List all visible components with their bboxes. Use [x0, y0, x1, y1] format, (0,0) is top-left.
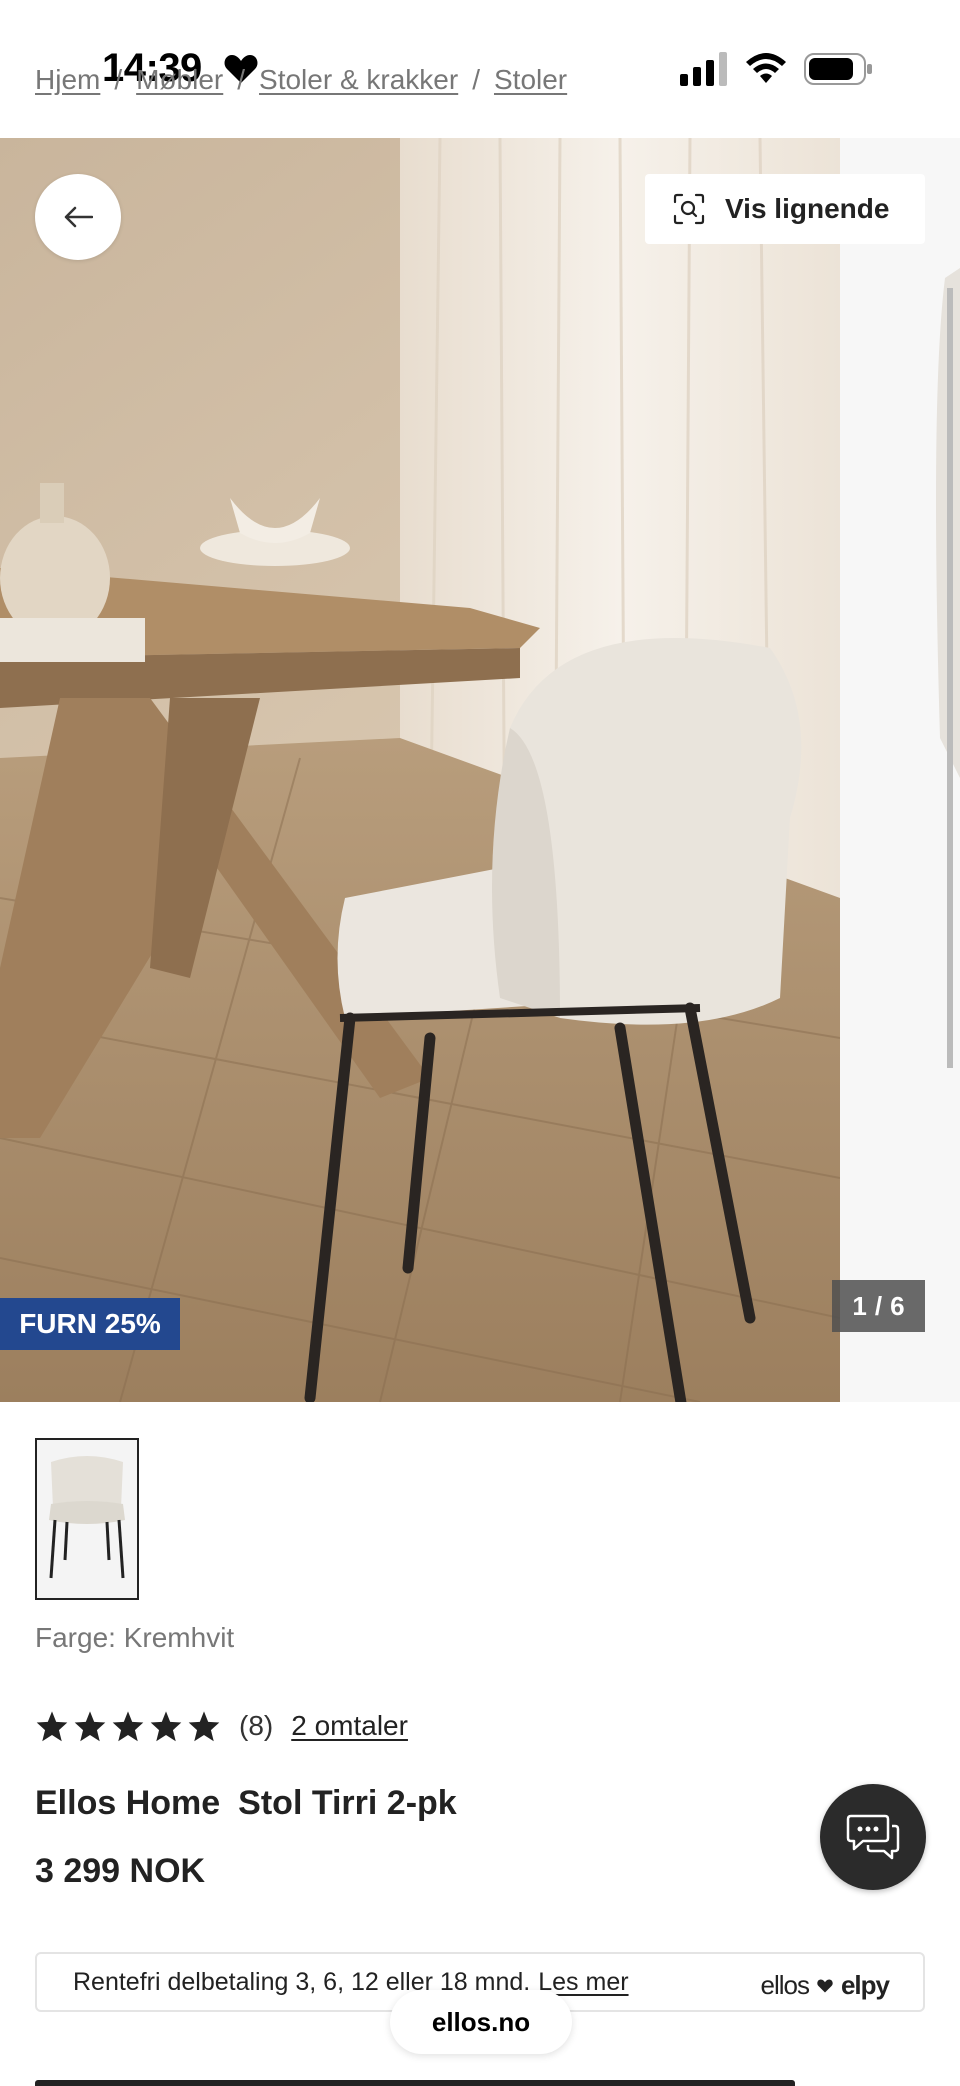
- image-counter-current: 1: [852, 1290, 867, 1321]
- reviews-link[interactable]: 2 omtaler: [291, 1710, 408, 1742]
- product-brand[interactable]: Ellos Home: [35, 1784, 220, 1823]
- similar-items-button[interactable]: Vis lignende: [645, 174, 925, 244]
- breadcrumb-home[interactable]: Hjem: [35, 64, 100, 96]
- color-label-prefix: Farge:: [35, 1622, 116, 1653]
- breadcrumb-chairs[interactable]: Stoler: [494, 64, 567, 96]
- product-rating: (8) 2 omtaler: [35, 1710, 408, 1742]
- star-icon: [188, 1711, 220, 1742]
- color-variant-thumbnail[interactable]: [35, 1438, 139, 1600]
- rating-count: (8): [239, 1710, 274, 1741]
- partner-ellos-text: ellos: [760, 1970, 809, 2000]
- battery-icon: [804, 53, 872, 85]
- star-icon: [36, 1711, 68, 1742]
- breadcrumb-furniture[interactable]: Møbler: [136, 64, 223, 96]
- breadcrumb-separator: /: [114, 64, 123, 95]
- color-value: Kremhvit: [123, 1622, 235, 1653]
- chair-thumbnail-image: [37, 1440, 137, 1598]
- product-price: 3 299 NOK: [35, 1852, 206, 1890]
- back-button[interactable]: [35, 174, 121, 260]
- breadcrumb-separator: /: [472, 64, 480, 95]
- browser-url-pill[interactable]: ellos.no: [390, 1990, 572, 2054]
- product-title: Ellos Home Stol Tirri 2-pk: [35, 1784, 457, 1823]
- breadcrumb-chairs-stools[interactable]: Stoler & krakker: [259, 64, 458, 96]
- breadcrumb-separator: /: [237, 64, 246, 95]
- product-name: Stol Tirri 2-pk: [238, 1784, 457, 1822]
- heart-icon: [817, 1978, 833, 1993]
- chat-icon: [846, 1814, 900, 1860]
- payment-partner-logo: ellos elpy: [760, 1970, 890, 2001]
- star-icon: [112, 1711, 144, 1742]
- signal-icon: [680, 52, 727, 86]
- product-image[interactable]: [0, 138, 840, 1402]
- visual-search-icon: [673, 193, 705, 225]
- next-product-image[interactable]: [840, 138, 960, 1402]
- promo-badge: FURN 25%: [0, 1298, 180, 1350]
- product-gallery[interactable]: Vis lignende FURN 25% 1 / 6: [0, 138, 960, 1402]
- arrow-left-icon: [64, 206, 93, 228]
- add-to-cart-button-edge[interactable]: [35, 2080, 795, 2086]
- rating-stars: [35, 1710, 221, 1742]
- star-icon: [150, 1711, 182, 1742]
- chat-button[interactable]: [820, 1784, 926, 1890]
- similar-items-label: Vis lignende: [725, 193, 890, 224]
- partner-elpy-text: elpy: [840, 1970, 890, 2000]
- image-counter: 1 / 6: [832, 1280, 925, 1332]
- breadcrumb: Hjem / Møbler / Stoler & krakker / Stole…: [35, 64, 567, 96]
- image-counter-separator: /: [874, 1290, 883, 1321]
- image-counter-total: 6: [890, 1290, 905, 1321]
- color-label: Farge: Kremhvit: [35, 1622, 234, 1654]
- wifi-icon: [746, 53, 786, 83]
- star-icon: [74, 1711, 106, 1742]
